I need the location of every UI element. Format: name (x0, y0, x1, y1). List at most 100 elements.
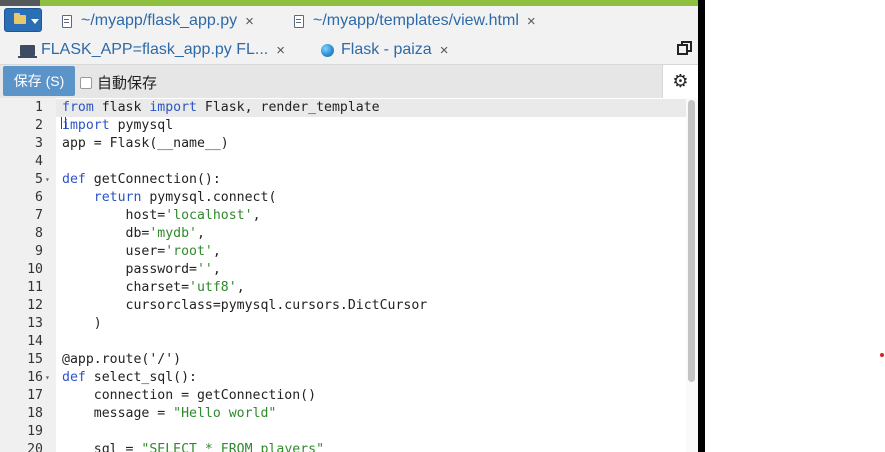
file-icon (294, 14, 304, 28)
code-line[interactable]: 12 cursorclass=pymysql.cursors.DictCurso… (0, 297, 686, 315)
code-text: db='mydb', (62, 225, 205, 243)
code-token: Flask, render_template (196, 100, 380, 115)
line-number: 13 (27, 316, 43, 331)
keyword-token: from (62, 100, 94, 115)
tab-label: ~/myapp/templates/view.html (313, 12, 519, 29)
keyword-token: return (93, 190, 142, 205)
code-line[interactable]: 9 user='root', (0, 243, 686, 261)
code-line[interactable]: 3 app = Flask(__name__) (0, 135, 686, 153)
code-editor[interactable]: 1 from flask import Flask, render_templat… (0, 98, 698, 452)
code-text: password='', (62, 261, 221, 279)
file-menu-button[interactable] (4, 8, 42, 32)
autosave-toggle[interactable]: 自動保存 (80, 72, 157, 93)
keyword-token: def (62, 370, 86, 385)
code-token: db= (62, 226, 150, 241)
code-line[interactable]: 4 (0, 153, 686, 171)
code-line[interactable]: 20 sql = "SELECT * FROM players" (0, 441, 686, 452)
code-line[interactable]: 17 connection = getConnection() (0, 387, 686, 405)
code-text: charset='utf8', (62, 279, 245, 297)
code-token: message = (62, 406, 174, 421)
line-number: 10 (27, 262, 43, 277)
code-line[interactable]: 11 charset='utf8', (0, 279, 686, 297)
line-number: 7 (35, 208, 43, 223)
tab-close-button[interactable]: × (245, 13, 254, 30)
code-token: select_sql(): (85, 370, 197, 385)
window-restore-icon[interactable] (677, 41, 693, 57)
tab-view-html[interactable]: ~/myapp/templates/view.html × (294, 7, 536, 35)
code-line[interactable]: 18 message = "Hello world" (0, 405, 686, 423)
string-token: '' (196, 262, 213, 277)
tab-label: FLASK_APP=flask_app.py FL... (41, 41, 269, 58)
code-token: flask (93, 100, 150, 115)
code-token: host= (62, 208, 166, 223)
code-token: @app.route('/') (62, 352, 182, 367)
code-token: pymysql.connect( (141, 190, 277, 205)
tab-close-button[interactable]: × (440, 42, 449, 59)
line-number: 9 (35, 244, 43, 259)
save-button[interactable]: 保存 (S) (3, 66, 75, 96)
line-number: 6 (35, 190, 43, 205)
tab-label: Flask - paiza (341, 41, 432, 58)
code-line[interactable]: 6 return pymysql.connect( (0, 189, 686, 207)
keyword-token: import (62, 118, 110, 133)
code-token: getConnection(): (85, 172, 221, 187)
code-line[interactable]: 1 from flask import Flask, render_templat… (0, 99, 686, 117)
tab-label: ~/myapp/flask_app.py (81, 12, 238, 29)
code-line[interactable]: 5 ▾ def getConnection(): (0, 171, 686, 189)
code-token: , (212, 244, 221, 259)
tab-flask-app-py[interactable]: ~/myapp/flask_app.py × (62, 7, 254, 35)
code-line[interactable]: 16 ▾ def select_sql(): (0, 369, 686, 387)
terminal-icon (18, 44, 37, 58)
text-cursor (61, 117, 66, 129)
code-text: return pymysql.connect( (62, 189, 277, 207)
caret-down-icon (31, 19, 39, 24)
tab-row-panels: FLASK_APP=flask_app.py FL... × Flask - p… (0, 36, 698, 65)
code-token: , (252, 208, 261, 223)
code-text: def getConnection(): (62, 171, 221, 189)
line-number: 15 (27, 352, 43, 367)
fold-toggle-icon[interactable]: ▾ (45, 369, 50, 387)
code-text: @app.route('/') (62, 351, 181, 369)
string-token: "SELECT * FROM players" (141, 442, 325, 452)
code-line[interactable]: 19 (0, 423, 686, 441)
code-token: app = Flask(__name__) (62, 136, 229, 151)
code-text: sql = "SELECT * FROM players" (62, 441, 324, 452)
code-text: host='localhost', (62, 207, 261, 225)
code-line[interactable]: 7 host='localhost', (0, 207, 686, 225)
line-number: 4 (35, 154, 43, 169)
line-number: 5 (35, 172, 43, 187)
tab-close-button[interactable]: × (527, 13, 536, 30)
autosave-checkbox[interactable] (80, 76, 92, 89)
code-line[interactable]: 2 import pymysql (0, 117, 686, 135)
code-line[interactable]: 8 db='mydb', (0, 225, 686, 243)
code-token: pymysql (109, 118, 174, 133)
code-token: ) (62, 316, 102, 331)
line-number: 18 (27, 406, 43, 421)
line-number: 1 (35, 100, 43, 115)
code-line[interactable]: 10 password='', (0, 261, 686, 279)
code-text: connection = getConnection() (62, 387, 316, 405)
file-icon (62, 14, 72, 28)
line-number: 20 (27, 442, 43, 452)
string-token: 'utf8' (189, 280, 237, 295)
settings-button[interactable]: ⚙ (662, 65, 698, 98)
code-token: , (236, 280, 245, 295)
line-number: 19 (27, 424, 43, 439)
code-text: def select_sql(): (62, 369, 197, 387)
line-number: 16 (27, 370, 43, 385)
tab-close-button[interactable]: × (276, 42, 285, 59)
tab-browser-preview[interactable]: Flask - paiza × (321, 36, 448, 64)
code-line[interactable]: 13 ) (0, 315, 686, 333)
code-line[interactable]: 14 (0, 333, 686, 351)
code-line[interactable]: 15 @app.route('/') (0, 351, 686, 369)
tab-terminal[interactable]: FLASK_APP=flask_app.py FL... × (18, 36, 285, 64)
line-number: 11 (27, 280, 43, 295)
fold-toggle-icon[interactable]: ▾ (45, 171, 50, 189)
ide-window: ~/myapp/flask_app.py × ~/myapp/templates… (0, 0, 698, 452)
string-token: "Hello world" (173, 406, 277, 421)
code-text: app = Flask(__name__) (62, 135, 229, 153)
editor-scrollbar-thumb[interactable] (688, 100, 695, 382)
string-token: 'mydb' (149, 226, 197, 241)
string-token: 'root' (165, 244, 213, 259)
